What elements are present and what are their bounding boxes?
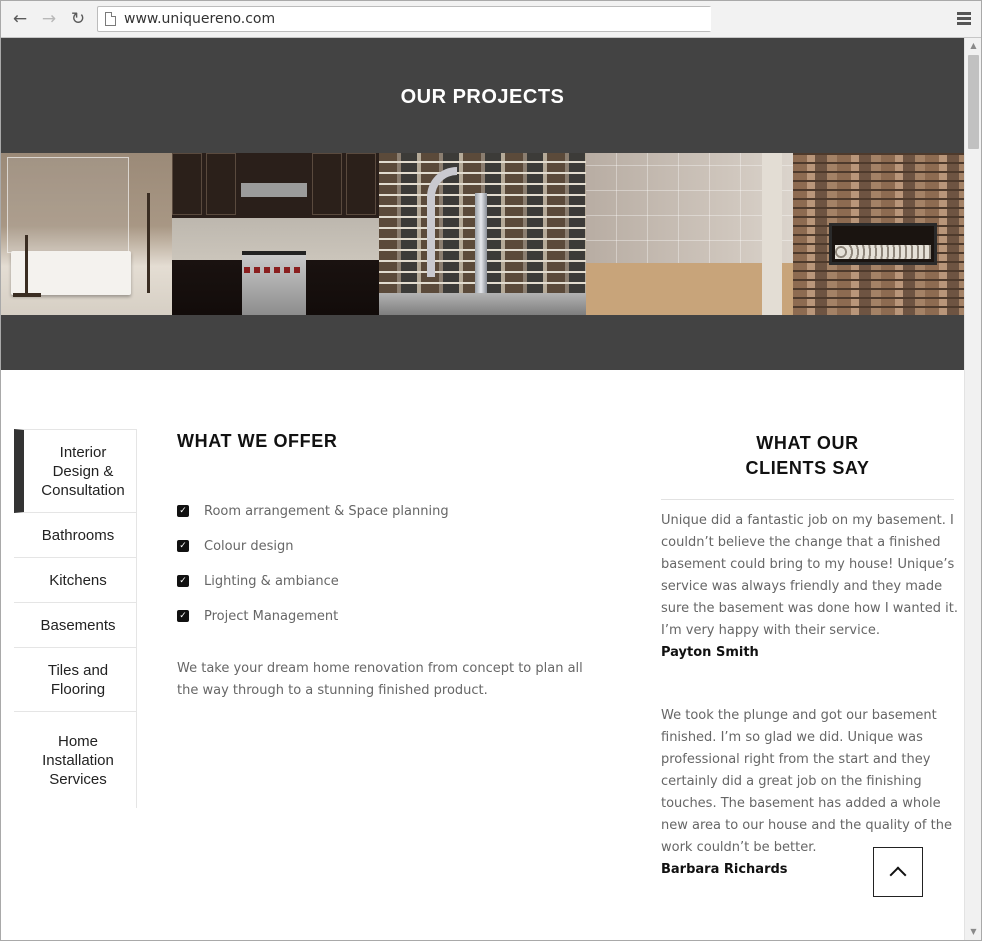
- page-icon: [105, 12, 116, 26]
- tab-home-installation[interactable]: Home Installation Services: [14, 712, 136, 808]
- offer-list: ✓ Room arrangement & Space planning ✓ Co…: [177, 496, 449, 636]
- scroll-up-arrow-icon[interactable]: ▲: [965, 38, 982, 54]
- back-arrow-icon[interactable]: ←: [9, 8, 31, 30]
- testimonial-text: We took the plunge and got our basement …: [661, 708, 952, 855]
- testimonial: Unique did a fantastic job on my basemen…: [661, 510, 961, 664]
- checkbox-icon: ✓: [177, 574, 189, 587]
- bathroom-photo[interactable]: [1, 153, 172, 315]
- list-item: ✓ Room arrangement & Space planning: [177, 496, 449, 531]
- stone-fireplace-photo[interactable]: [793, 153, 964, 315]
- scroll-thumb[interactable]: [968, 55, 979, 149]
- scroll-down-arrow-icon[interactable]: ▼: [965, 924, 982, 940]
- tab-basements[interactable]: Basements: [14, 603, 136, 648]
- clients-title-line-1: WHAT OUR: [756, 433, 859, 453]
- checkbox-icon: ✓: [177, 539, 189, 552]
- tab-kitchens[interactable]: Kitchens: [14, 558, 136, 603]
- back-to-top-button[interactable]: [873, 847, 923, 897]
- projects-title: OUR PROJECTS: [400, 86, 565, 108]
- tab-interior-design[interactable]: Interior Design & Consultation: [14, 429, 136, 513]
- divider: [661, 499, 954, 500]
- checkbox-icon: ✓: [177, 504, 189, 517]
- list-item: ✓ Project Management: [177, 601, 449, 636]
- forward-arrow-icon[interactable]: →: [38, 8, 60, 30]
- page-viewport: OUR PROJECTS Interior Design & Consultat…: [1, 38, 964, 940]
- tab-bathrooms[interactable]: Bathrooms: [14, 513, 136, 558]
- kitchen-photo[interactable]: [172, 153, 379, 315]
- faucet-backsplash-photo[interactable]: [379, 153, 586, 315]
- testimonial-text: Unique did a fantastic job on my basemen…: [661, 513, 958, 638]
- offer-description: We take your dream home renovation from …: [177, 661, 583, 698]
- browser-menu-icon[interactable]: [957, 12, 971, 26]
- address-bar-fade: [657, 7, 711, 31]
- clients-title-line-2: CLIENTS SAY: [745, 458, 870, 478]
- checkbox-icon: ✓: [177, 609, 189, 622]
- offer-item-label: Room arrangement & Space planning: [204, 504, 449, 519]
- clients-title: WHAT OUR CLIENTS SAY: [661, 431, 954, 481]
- reload-icon[interactable]: ↻: [67, 8, 89, 30]
- offer-item-label: Lighting & ambiance: [204, 574, 339, 589]
- projects-section: OUR PROJECTS: [1, 38, 964, 370]
- list-item: ✓ Lighting & ambiance: [177, 566, 449, 601]
- url-text: www.uniquereno.com: [124, 11, 276, 27]
- testimonial-author: Payton Smith: [661, 645, 759, 660]
- offer-item-label: Colour design: [204, 539, 294, 554]
- offer-title: WHAT WE OFFER: [177, 431, 338, 451]
- offer-item-label: Project Management: [204, 609, 339, 624]
- address-bar[interactable]: www.uniquereno.com: [97, 6, 711, 32]
- list-item: ✓ Colour design: [177, 531, 449, 566]
- vertical-scrollbar[interactable]: ▲ ▼: [964, 38, 981, 940]
- chevron-up-icon: [889, 866, 907, 884]
- projects-gallery: [1, 153, 964, 315]
- browser-toolbar: ← → ↻ www.uniquereno.com: [1, 1, 981, 38]
- tab-tiles-flooring[interactable]: Tiles and Flooring: [14, 648, 136, 712]
- services-tabs: Interior Design & Consultation Bathrooms…: [14, 429, 137, 808]
- tiled-shower-photo[interactable]: [586, 153, 793, 315]
